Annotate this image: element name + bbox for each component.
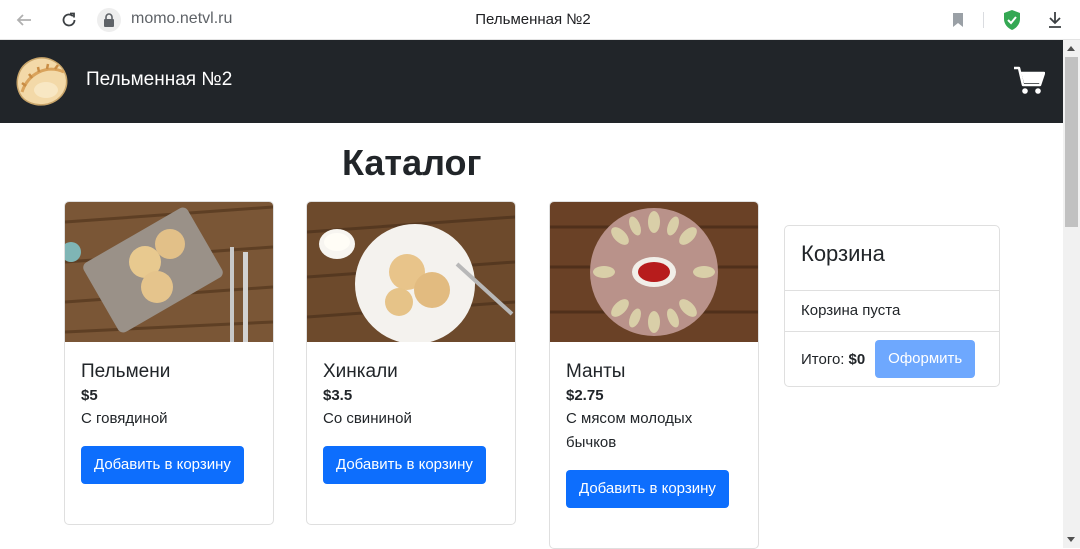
product-card: Манты $2.75 С мясом молодых бычков Добав… (549, 201, 759, 549)
pelmeni-photo (65, 202, 273, 342)
product-price: $2.75 (566, 387, 604, 404)
basket-panel: Корзина Корзина пуста Итого: $0 Оформить (784, 225, 1000, 387)
manty-photo (550, 202, 758, 342)
shield-icon[interactable] (1000, 8, 1024, 32)
product-name: Хинкали (323, 361, 398, 382)
scroll-down-icon[interactable] (1067, 537, 1075, 542)
product-name: Манты (566, 361, 626, 382)
product-name: Пельмени (81, 361, 171, 382)
cart-icon[interactable] (1013, 66, 1045, 96)
bookmark-icon[interactable] (946, 8, 970, 32)
basket-footer: Итого: $0 Оформить (785, 332, 999, 386)
page-scrollbar[interactable] (1063, 40, 1080, 548)
add-to-cart-button[interactable]: Добавить в корзину (81, 446, 244, 484)
browser-toolbar: momo.netvl.ru Пельменная №2 (0, 0, 1080, 40)
add-to-cart-button[interactable]: Добавить в корзину (566, 470, 729, 508)
brand-name[interactable]: Пельменная №2 (86, 69, 232, 91)
product-card: Хинкали $3.5 Со свининой Добавить в корз… (306, 201, 516, 525)
download-icon[interactable] (1043, 8, 1067, 32)
basket-title: Корзина (785, 226, 999, 291)
khinkali-photo (307, 202, 515, 342)
basket-empty-text: Корзина пуста (785, 291, 999, 332)
product-description: С мясом молодых бычков (566, 410, 693, 451)
basket-total-value: $0 (848, 350, 866, 368)
product-price: $3.5 (323, 387, 353, 404)
toolbar-divider (983, 12, 984, 28)
product-card: Пельмени $5 С говядиной Добавить в корзи… (64, 201, 274, 525)
product-price: $5 (81, 387, 98, 404)
page-title-bar: Пельменная №2 (475, 11, 591, 28)
scroll-up-icon[interactable] (1067, 46, 1075, 51)
scrollbar-thumb[interactable] (1065, 57, 1078, 227)
add-to-cart-button[interactable]: Добавить в корзину (323, 446, 486, 484)
dumpling-logo-icon[interactable] (12, 52, 70, 110)
product-description: Со свининой (323, 410, 412, 427)
product-description: С говядиной (81, 410, 168, 427)
checkout-button[interactable]: Оформить (875, 340, 976, 378)
basket-total-label: Итого: (801, 350, 845, 368)
catalog-title: Каталог (342, 142, 482, 183)
site-navbar: Пельменная №2 (0, 40, 1063, 123)
